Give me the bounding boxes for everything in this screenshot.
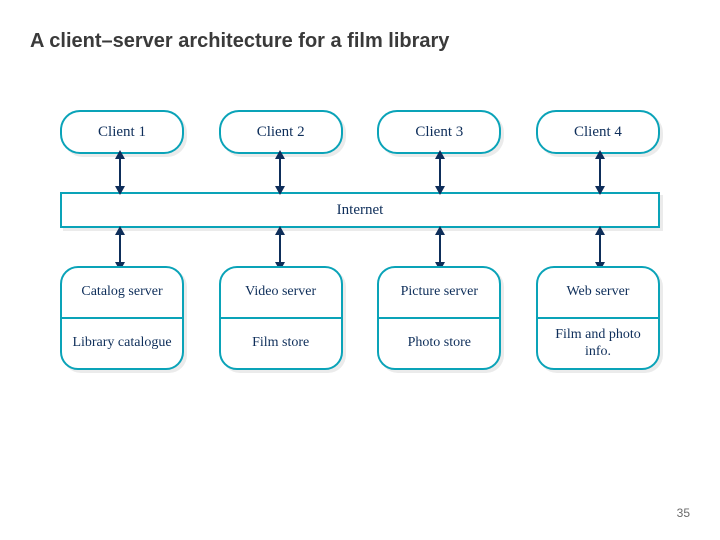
server-node-video: Video server Film store [219,266,343,370]
servers-row: Catalog server Library catalogue Video s… [60,266,660,370]
server-name: Catalog server [62,268,182,319]
server-name: Picture server [379,268,499,319]
server-node-picture: Picture server Photo store [377,266,501,370]
arrowhead-up-icon [435,150,445,159]
arrowhead-down-icon [275,186,285,195]
slide-title: A client–server architecture for a film … [30,30,449,53]
server-name: Web server [538,268,658,319]
client-node-3: Client 3 [377,110,501,154]
arrowhead-down-icon [595,186,605,195]
client-node-1: Client 1 [60,110,184,154]
server-store: Library catalogue [62,319,182,368]
server-node-catalog: Catalog server Library catalogue [60,266,184,370]
server-store: Film and photo info. [538,319,658,368]
server-name: Video server [221,268,341,319]
arrowhead-up-icon [115,226,125,235]
server-store: Photo store [379,319,499,368]
arrowhead-up-icon [115,150,125,159]
arrowhead-up-icon [275,226,285,235]
internet-bar: Internet [60,192,660,228]
client-node-2: Client 2 [219,110,343,154]
client-node-4: Client 4 [536,110,660,154]
architecture-diagram: Client 1 Client 2 Client 3 Client 4 Inte… [60,110,660,370]
arrowhead-up-icon [595,150,605,159]
clients-row: Client 1 Client 2 Client 3 Client 4 [60,110,660,154]
arrowhead-up-icon [595,226,605,235]
arrowhead-down-icon [115,186,125,195]
arrowhead-up-icon [275,150,285,159]
server-node-web: Web server Film and photo info. [536,266,660,370]
arrowhead-down-icon [435,186,445,195]
arrowhead-up-icon [435,226,445,235]
server-store: Film store [221,319,341,368]
page-number: 35 [677,506,690,520]
